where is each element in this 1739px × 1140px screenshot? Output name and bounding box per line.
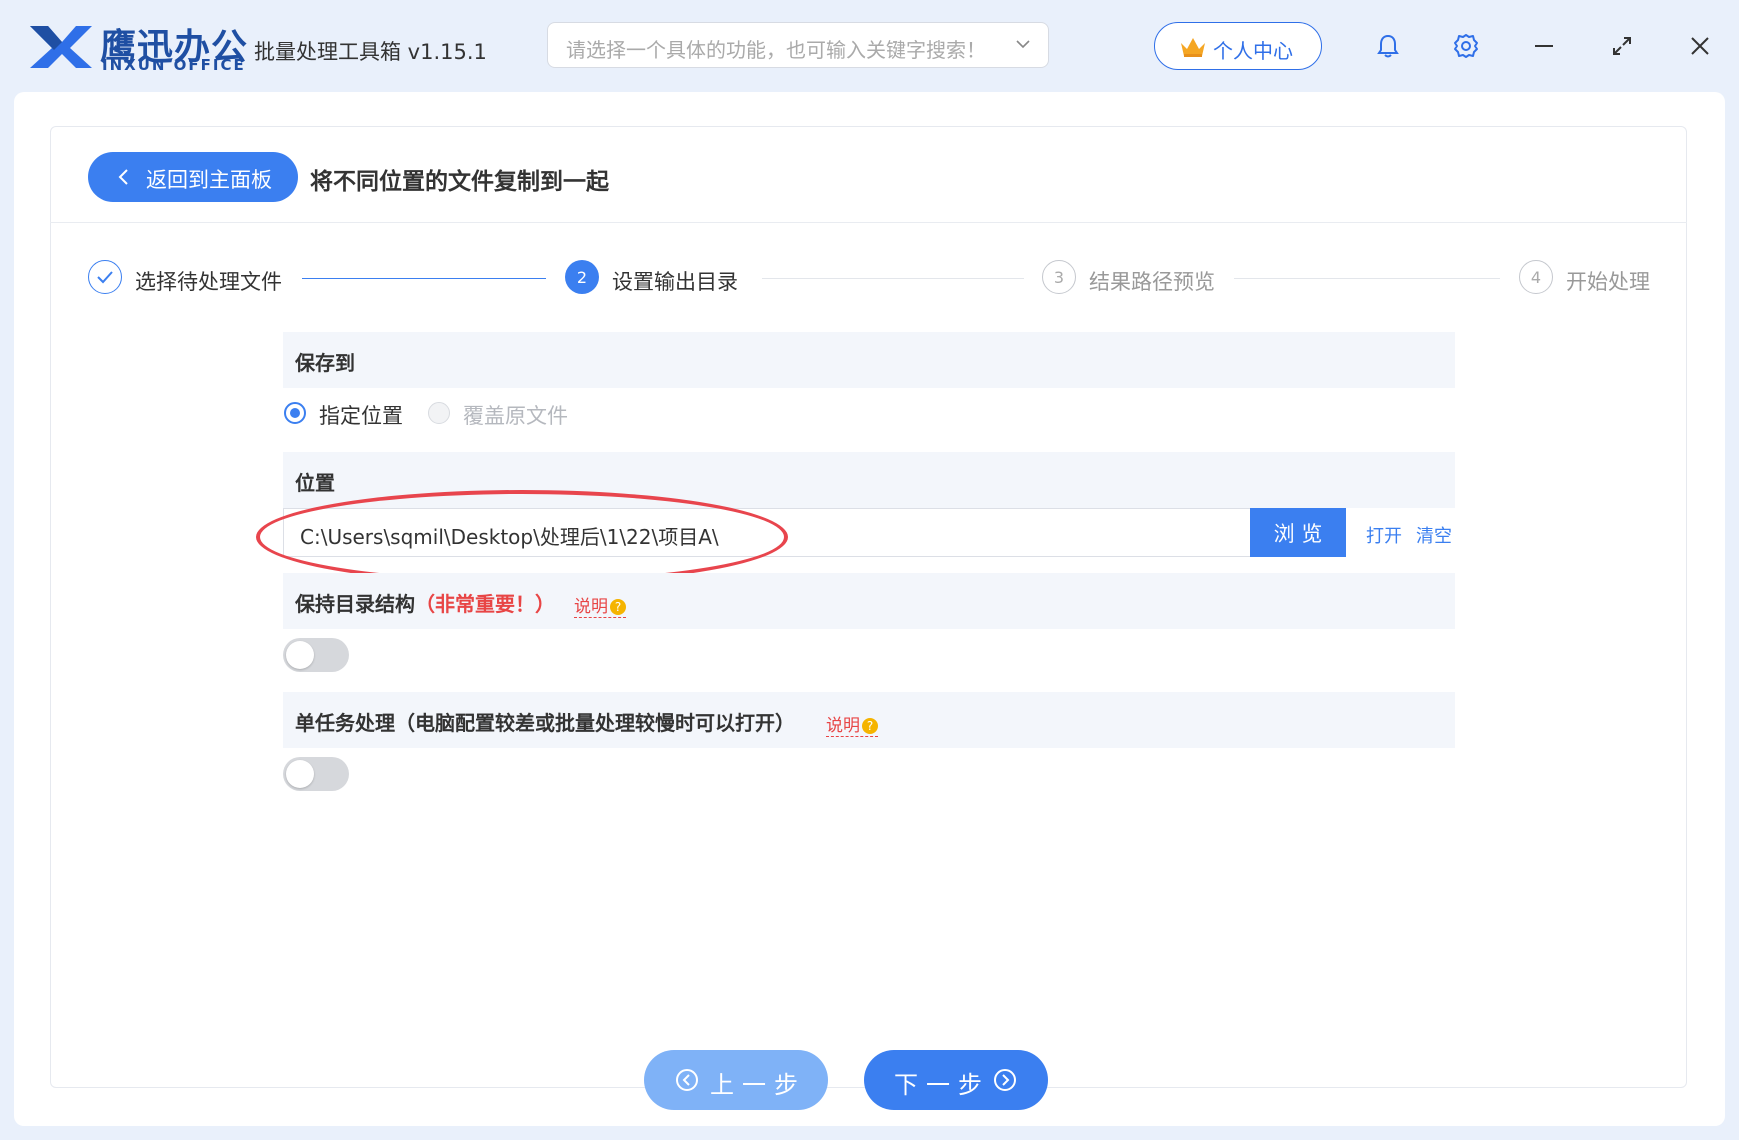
save-to-heading: 保存到 — [295, 351, 355, 375]
keep-structure-toggle[interactable] — [283, 638, 349, 672]
question-icon: ? — [862, 718, 878, 734]
specified-location-label[interactable]: 指定位置 — [319, 400, 403, 430]
step-connector — [1234, 278, 1500, 279]
header-divider — [50, 222, 1687, 223]
brand-name-en: INXUN OFFICE — [102, 56, 246, 74]
step-2-number: 2 — [565, 260, 599, 294]
clear-path-link[interactable]: 清空 — [1416, 522, 1452, 548]
gear-icon[interactable] — [1448, 28, 1484, 64]
save-to-section: 保存到 — [283, 332, 1455, 388]
step-connector — [302, 278, 546, 279]
previous-step-label: 上一步 — [710, 1071, 806, 1099]
crown-icon — [1181, 38, 1205, 57]
single-task-toggle[interactable] — [283, 757, 349, 791]
function-search-box[interactable]: 请选择一个具体的功能，也可输入关键字搜索！ — [547, 22, 1049, 68]
title-bar: 鹰迅办公 INXUN OFFICE 批量处理工具箱 v1.15.1 请选择一个具… — [0, 0, 1739, 92]
keep-structure-heading: 保持目录结构（非常重要！） — [295, 592, 555, 616]
location-heading: 位置 — [295, 471, 335, 495]
chevron-right-circle-icon — [994, 1069, 1016, 1091]
step-1-label: 选择待处理文件 — [135, 270, 282, 294]
bell-icon[interactable] — [1370, 28, 1406, 64]
step-4-label: 开始处理 — [1566, 270, 1650, 294]
maximize-icon[interactable] — [1604, 28, 1640, 64]
radio-overwrite-original[interactable] — [428, 402, 450, 424]
back-button-label: 返回到主面板 — [146, 168, 272, 192]
chevron-left-icon — [118, 169, 128, 185]
back-to-dashboard-button[interactable]: 返回到主面板 — [88, 152, 298, 202]
next-step-label: 下一步 — [894, 1071, 990, 1099]
inxun-logo-icon — [30, 26, 92, 68]
important-note: （非常重要！） — [415, 592, 555, 616]
previous-step-button[interactable]: 上一步 — [644, 1050, 828, 1110]
overwrite-original-label[interactable]: 覆盖原文件 — [463, 400, 568, 430]
keep-structure-help-link[interactable]: 说明? — [574, 592, 626, 618]
single-task-help-link[interactable]: 说明? — [826, 711, 878, 737]
user-center-button[interactable]: 个人中心 — [1154, 22, 1322, 70]
step-1-check-icon — [88, 260, 122, 294]
user-center-label: 个人中心 — [1213, 39, 1293, 63]
chevron-left-circle-icon — [676, 1069, 698, 1091]
chevron-down-icon[interactable] — [1014, 35, 1032, 53]
open-folder-link[interactable]: 打开 — [1366, 522, 1402, 548]
radio-specified-location[interactable] — [284, 402, 306, 424]
close-icon[interactable] — [1682, 28, 1718, 64]
step-3-number: 3 — [1042, 260, 1076, 294]
step-4-number: 4 — [1519, 260, 1553, 294]
step-3-label: 结果路径预览 — [1089, 270, 1215, 294]
app-title: 批量处理工具箱 v1.15.1 — [254, 40, 487, 64]
keep-structure-section: 保持目录结构（非常重要！） — [283, 573, 1455, 629]
question-icon: ? — [610, 599, 626, 615]
next-step-button[interactable]: 下一步 — [864, 1050, 1048, 1110]
step-2-label: 设置输出目录 — [612, 270, 738, 294]
page-title: 将不同位置的文件复制到一起 — [310, 169, 609, 195]
step-connector — [762, 278, 1024, 279]
browse-button[interactable]: 浏 览 — [1250, 508, 1346, 557]
search-placeholder[interactable]: 请选择一个具体的功能，也可输入关键字搜索！ — [566, 34, 986, 63]
single-task-heading: 单任务处理（电脑配置较差或批量处理较慢时可以打开） — [295, 711, 795, 735]
highlight-annotation — [256, 490, 788, 584]
minimize-icon[interactable] — [1526, 28, 1562, 64]
